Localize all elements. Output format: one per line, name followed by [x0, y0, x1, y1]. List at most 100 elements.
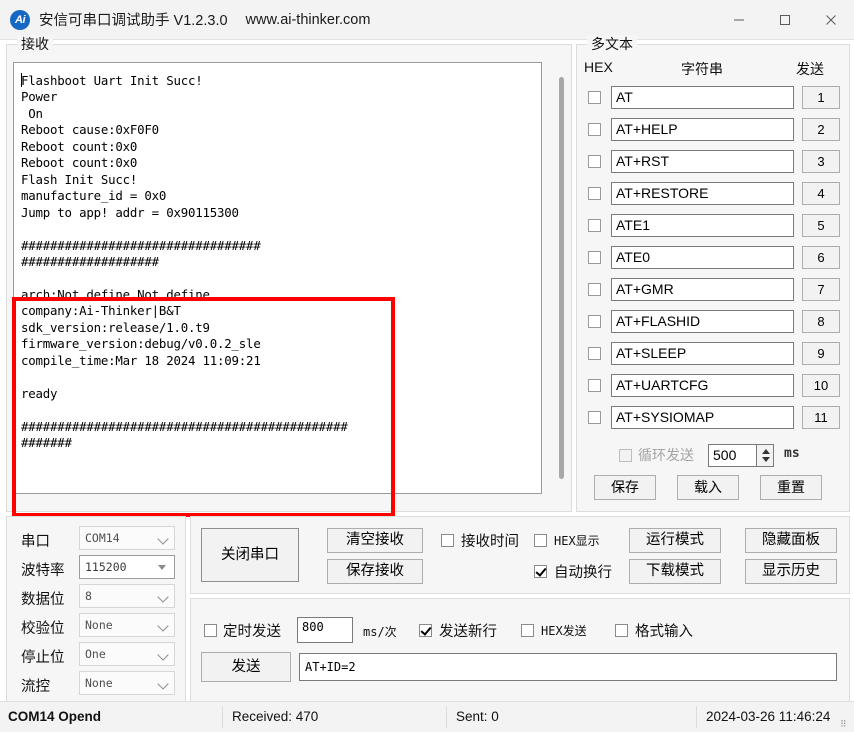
clear-receive-button[interactable]: 清空接收 — [327, 528, 423, 553]
command-input[interactable]: AT — [611, 86, 794, 109]
column-header-send: 发送 — [796, 61, 824, 77]
send-newline-label: 发送新行 — [439, 624, 497, 640]
hex-checkbox[interactable] — [588, 315, 601, 328]
status-divider — [446, 706, 447, 728]
send-slot-button[interactable]: 6 — [802, 246, 840, 269]
setting-row-parity: 校验位 None — [7, 613, 185, 642]
port-select[interactable]: COM14 — [79, 526, 175, 550]
stepper-down-icon[interactable] — [762, 457, 770, 462]
maximize-icon[interactable] — [762, 0, 808, 39]
setting-row-flowcontrol: 流控 None — [7, 671, 185, 700]
baudrate-select[interactable]: 115200 — [79, 555, 175, 579]
hex-send-checkbox[interactable] — [521, 624, 534, 637]
parity-select[interactable]: None — [79, 613, 175, 637]
command-input[interactable]: AT+SLEEP — [611, 342, 794, 365]
reset-button[interactable]: 重置 — [760, 475, 822, 500]
hex-display-checkbox[interactable] — [534, 534, 547, 547]
load-button[interactable]: 载入 — [677, 475, 739, 500]
loop-send-label: 循环发送 — [638, 447, 694, 463]
command-input[interactable]: AT+FLASHID — [611, 310, 794, 333]
send-slot-button[interactable]: 3 — [802, 150, 840, 173]
auto-newline-checkbox[interactable] — [534, 565, 547, 578]
loop-send-checkbox[interactable] — [619, 449, 632, 462]
loop-interval-stepper[interactable] — [756, 444, 774, 467]
flowcontrol-select[interactable]: None — [79, 671, 175, 695]
command-input[interactable]: AT+HELP — [611, 118, 794, 141]
column-header-hex: HEX — [584, 59, 613, 75]
command-row: AT+SYSIOMAP 11 — [577, 405, 849, 432]
hide-panel-button[interactable]: 隐藏面板 — [745, 528, 837, 553]
receive-log-text: Flashboot Uart Init Succ! Power On Reboo… — [21, 73, 348, 450]
send-slot-button[interactable]: 9 — [802, 342, 840, 365]
command-row: AT+RST 3 — [577, 149, 849, 176]
close-icon[interactable] — [808, 0, 854, 39]
receive-panel: 接收 Flashboot Uart Init Succ! Power On Re… — [6, 35, 572, 517]
hex-checkbox[interactable] — [588, 123, 601, 136]
hex-checkbox[interactable] — [588, 411, 601, 424]
show-history-button[interactable]: 显示历史 — [745, 559, 837, 584]
save-receive-button[interactable]: 保存接收 — [327, 559, 423, 584]
send-newline-checkbox[interactable] — [419, 624, 432, 637]
send-slot-button[interactable]: 4 — [802, 182, 840, 205]
send-slot-button[interactable]: 7 — [802, 278, 840, 301]
command-input[interactable]: AT+RST — [611, 150, 794, 173]
hex-checkbox[interactable] — [588, 219, 601, 232]
command-input[interactable]: AT+SYSIOMAP — [611, 406, 794, 429]
send-interval-input[interactable]: 800 — [297, 617, 353, 643]
hex-checkbox[interactable] — [588, 155, 601, 168]
command-input[interactable]: AT+RESTORE — [611, 182, 794, 205]
send-command-input[interactable]: AT+ID=2 — [299, 653, 837, 681]
send-button[interactable]: 发送 — [201, 652, 291, 682]
command-row: ATE0 6 — [577, 245, 849, 272]
receive-scrollbar[interactable] — [556, 69, 567, 487]
format-input-checkbox[interactable] — [615, 624, 628, 637]
command-input[interactable]: ATE1 — [611, 214, 794, 237]
timed-send-checkbox[interactable] — [204, 624, 217, 637]
command-row: AT+HELP 2 — [577, 117, 849, 144]
multitext-panel: 多文本 HEX 字符串 发送 AT 1 AT+HELP 2 AT+RST 3 A… — [576, 35, 850, 512]
toggle-serial-port-button[interactable]: 关闭串口 — [201, 528, 299, 582]
command-input[interactable]: AT+GMR — [611, 278, 794, 301]
send-slot-button[interactable]: 2 — [802, 118, 840, 141]
minimize-icon[interactable] — [716, 0, 762, 39]
resize-grip-icon[interactable]: ⠿ — [840, 719, 850, 729]
hex-display-label: HEX显示 — [554, 534, 600, 548]
receive-textarea[interactable]: Flashboot Uart Init Succ! Power On Reboo… — [13, 62, 542, 494]
stepper-up-icon[interactable] — [762, 449, 770, 454]
databits-select[interactable]: 8 — [79, 584, 175, 608]
chevron-down-icon — [157, 533, 169, 545]
hex-checkbox[interactable] — [588, 187, 601, 200]
chevron-down-icon — [157, 678, 169, 690]
chevron-down-icon — [158, 565, 166, 570]
hex-checkbox[interactable] — [588, 251, 601, 264]
send-slot-button[interactable]: 8 — [802, 310, 840, 333]
download-mode-button[interactable]: 下载模式 — [629, 559, 721, 584]
setting-label-flowcontrol: 流控 — [21, 679, 50, 695]
receive-time-checkbox[interactable] — [441, 534, 454, 547]
stopbits-select[interactable]: One — [79, 642, 175, 666]
send-slot-button[interactable]: 11 — [802, 406, 840, 429]
receive-scrollbar-thumb[interactable] — [559, 77, 564, 479]
loop-interval-input[interactable]: 500 — [708, 444, 756, 467]
hex-checkbox[interactable] — [588, 91, 601, 104]
receive-time-label: 接收时间 — [461, 534, 519, 550]
hex-checkbox[interactable] — [588, 379, 601, 392]
save-button[interactable]: 保存 — [594, 475, 656, 500]
setting-label-databits: 数据位 — [21, 592, 65, 608]
command-input[interactable]: ATE0 — [611, 246, 794, 269]
window-title-url: www.ai-thinker.com — [245, 11, 371, 28]
send-slot-button[interactable]: 10 — [802, 374, 840, 397]
send-slot-button[interactable]: 1 — [802, 86, 840, 109]
chevron-down-icon — [157, 649, 169, 661]
run-mode-button[interactable]: 运行模式 — [629, 528, 721, 553]
title-bar: Ai 安信可串口调试助手 V1.2.3.0 www.ai-thinker.com — [0, 0, 854, 40]
hex-checkbox[interactable] — [588, 283, 601, 296]
serial-settings-panel: 串口 COM14 波特率 115200 数据位 8 校验位 None 停止位 O… — [6, 516, 186, 704]
send-slot-button[interactable]: 5 — [802, 214, 840, 237]
chevron-down-icon — [157, 620, 169, 632]
chevron-down-icon — [157, 591, 169, 603]
hex-checkbox[interactable] — [588, 347, 601, 360]
command-input[interactable]: AT+UARTCFG — [611, 374, 794, 397]
receive-panel-label: 接收 — [17, 35, 53, 53]
setting-label-baudrate: 波特率 — [21, 563, 65, 579]
